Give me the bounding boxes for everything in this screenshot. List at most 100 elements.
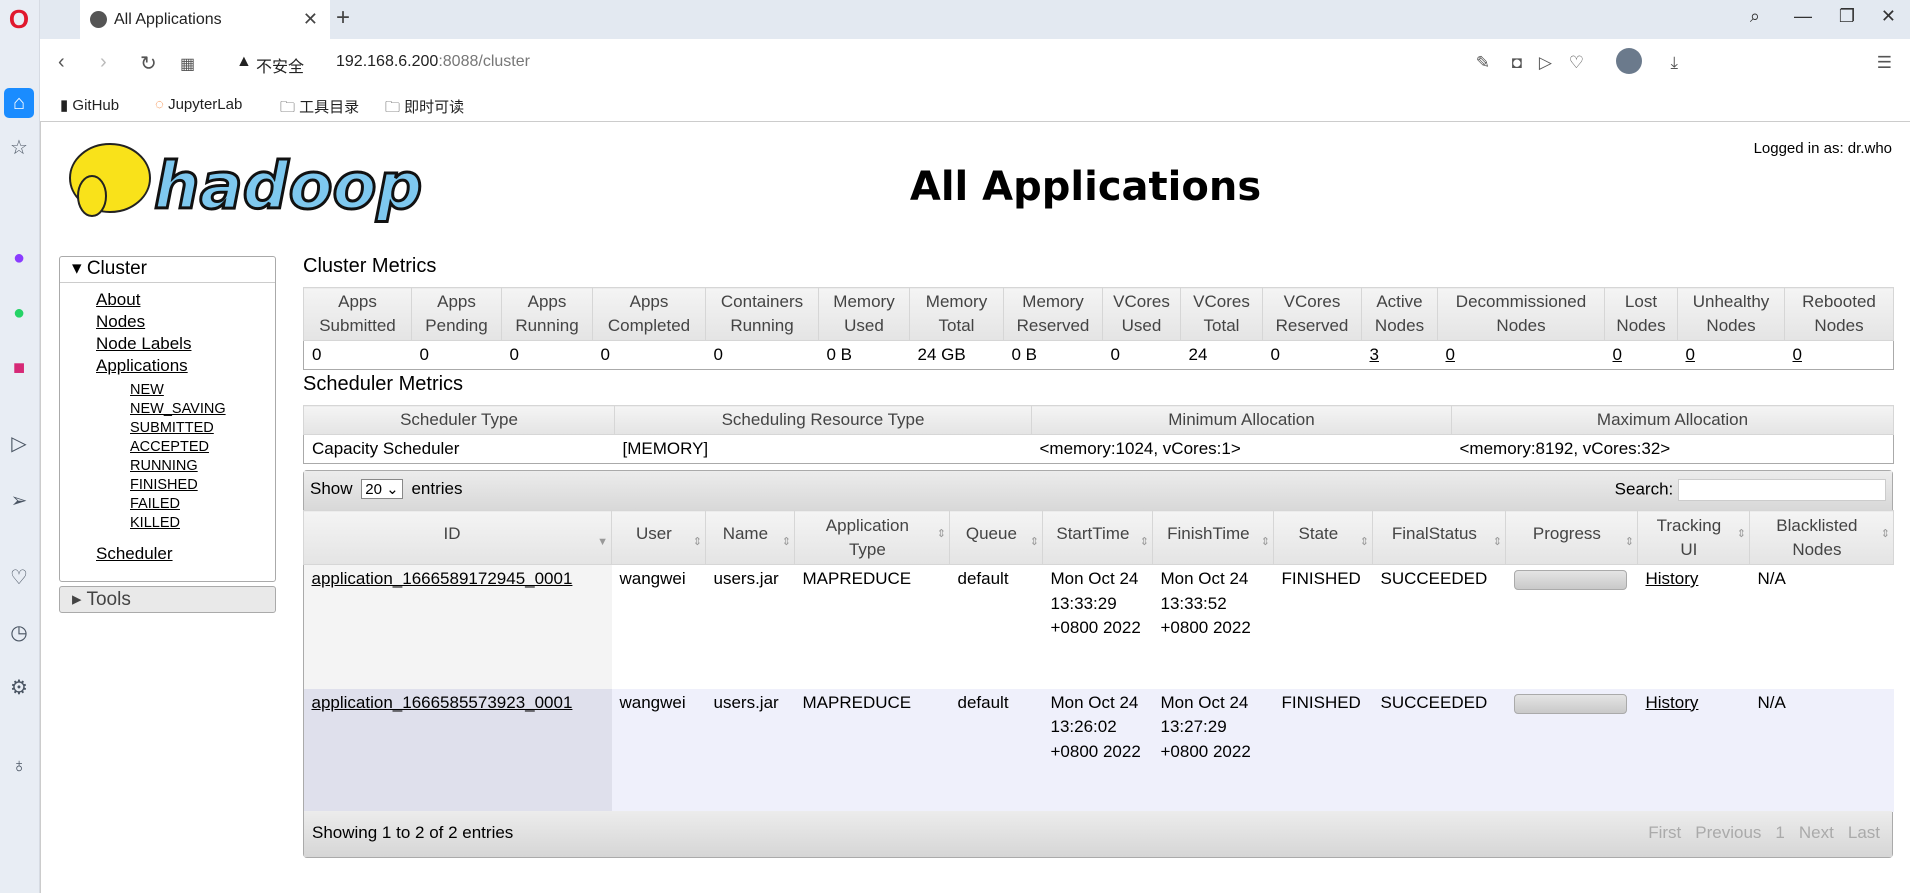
- header-text: Running: [730, 316, 794, 335]
- send-icon[interactable]: ➢: [4, 486, 34, 516]
- heart-icon[interactable]: ♡: [4, 563, 34, 593]
- bookmark-folder-tools[interactable]: 🗀 工具目录: [280, 96, 359, 122]
- new-tab-icon[interactable]: +: [336, 4, 350, 32]
- nodes-link[interactable]: 0: [1446, 345, 1455, 364]
- column-header-sortable[interactable]: ⇕ StartTime: [1042, 510, 1153, 565]
- column-header-sortable[interactable]: ⇕ State: [1273, 510, 1373, 565]
- header-text: FinalStatus: [1391, 523, 1477, 543]
- history-link[interactable]: History: [1646, 693, 1699, 712]
- forward-icon[interactable]: ›: [100, 51, 107, 74]
- download-icon[interactable]: ⤓: [1670, 53, 1678, 73]
- header-text: Total: [1203, 316, 1240, 335]
- search-tabs-icon[interactable]: ⌕: [1750, 6, 1760, 27]
- home-icon[interactable]: ⌂: [4, 88, 34, 118]
- column-header-sortable[interactable]: ⇕ Progress: [1505, 510, 1638, 565]
- snapshot-pin-icon[interactable]: ✎: [1476, 53, 1490, 73]
- column-header-sortable[interactable]: ⇕ FinishTime: [1152, 510, 1274, 565]
- history-link[interactable]: History: [1646, 569, 1699, 588]
- bookmark-jupyterlab[interactable]: ◌ JupyterLab: [155, 96, 242, 113]
- tools-section-toggle[interactable]: ▸ Tools: [59, 586, 276, 613]
- url-field[interactable]: 192.168.6.200:8088/cluster: [336, 53, 530, 71]
- star-icon[interactable]: ☆: [4, 133, 34, 163]
- close-window-icon[interactable]: ✕: [1881, 6, 1896, 27]
- application-link[interactable]: application_1666585573923_0001: [312, 693, 573, 712]
- tab-all-applications[interactable]: All Applications ✕: [80, 0, 330, 39]
- show-label: Show: [310, 479, 353, 498]
- heart-icon[interactable]: ♡: [1569, 53, 1584, 73]
- bookmark-github[interactable]: ▮ GitHub: [60, 96, 119, 114]
- progress-bar: [1513, 570, 1627, 590]
- nav-state-killed[interactable]: KILLED: [130, 514, 275, 533]
- camera-icon[interactable]: ◘: [1512, 53, 1522, 73]
- column-header-sortable[interactable]: ⇕ User: [611, 510, 706, 565]
- search-input[interactable]: [1678, 479, 1886, 501]
- metric-value: 0 B: [826, 345, 853, 364]
- nav-about[interactable]: About: [96, 289, 275, 311]
- application-link[interactable]: application_1666589172945_0001: [312, 569, 573, 588]
- nodes-link[interactable]: 0: [1613, 345, 1622, 364]
- pager-last[interactable]: Last: [1848, 823, 1880, 842]
- column-header-sortable[interactable]: ⇕ Tracking UI: [1637, 510, 1750, 565]
- sort-icon: ⇕: [781, 535, 791, 548]
- reload-icon[interactable]: ↻: [140, 51, 157, 76]
- send-icon[interactable]: ▷: [1539, 53, 1552, 73]
- column-header-sortable[interactable]: ⇕ Application Type: [794, 510, 950, 565]
- header-text: VCores: [1113, 292, 1170, 311]
- page-title: All Applications: [909, 164, 1262, 210]
- nodes-link[interactable]: 0: [1793, 345, 1802, 364]
- bulb-icon[interactable]: ♁: [4, 751, 34, 781]
- pager-next[interactable]: Next: [1799, 823, 1834, 842]
- nav-scheduler[interactable]: Scheduler: [96, 543, 275, 565]
- nav-nodes[interactable]: Nodes: [96, 311, 275, 333]
- settings-icon[interactable]: ⚙: [4, 673, 34, 703]
- sort-icon: ⇕: [692, 535, 702, 548]
- easy-setup-icon[interactable]: ☰: [1877, 53, 1892, 73]
- nodes-link[interactable]: 3: [1370, 345, 1379, 364]
- column-header-sortable[interactable]: ⇕ Name: [705, 510, 795, 565]
- column-header-sortable[interactable]: ⇕ Blacklisted Nodes: [1749, 510, 1894, 565]
- tab-bar: All Applications ✕ + ⌕ — ❐ ✕: [40, 0, 1910, 39]
- cluster-metric-value: 0: [1784, 340, 1894, 370]
- instagram-icon[interactable]: ■: [4, 353, 34, 383]
- nav-state-accepted[interactable]: ACCEPTED: [130, 438, 275, 457]
- messenger-icon[interactable]: ●: [4, 243, 34, 273]
- column-header-sortable[interactable]: ⇕ Queue: [949, 510, 1043, 565]
- cell-blacklisted: N/A: [1749, 564, 1894, 689]
- cluster-section-toggle[interactable]: ▾ Cluster: [60, 257, 275, 283]
- sort-icon: ⇕: [1139, 535, 1149, 548]
- history-icon[interactable]: ◷: [4, 618, 34, 648]
- close-tab-icon[interactable]: ✕: [303, 0, 318, 39]
- opera-logo-icon[interactable]: O: [4, 4, 34, 34]
- nav-state-new-saving[interactable]: NEW_SAVING: [130, 400, 275, 419]
- scheduler-metric-header: Minimum Allocation: [1031, 405, 1452, 435]
- entries-value: 20: [365, 481, 382, 498]
- back-icon[interactable]: ‹: [58, 51, 65, 74]
- column-header-sortable[interactable]: ⇕ FinalStatus: [1372, 510, 1506, 565]
- nav-state-failed[interactable]: FAILED: [130, 495, 275, 514]
- nav-state-running[interactable]: RUNNING: [130, 457, 275, 476]
- minimize-icon[interactable]: —: [1794, 6, 1812, 27]
- sort-icon: ⇕: [1736, 527, 1746, 540]
- nav-node-labels[interactable]: Node Labels: [96, 333, 275, 355]
- cluster-metric-value: 0 B: [818, 340, 910, 370]
- pager-1[interactable]: 1: [1775, 823, 1784, 842]
- whatsapp-icon[interactable]: ●: [4, 298, 34, 328]
- maximize-icon[interactable]: ❐: [1839, 6, 1855, 27]
- column-header-sortable[interactable]: ▼ ID: [303, 510, 612, 565]
- security-label[interactable]: 不安全: [256, 53, 304, 77]
- pager-previous[interactable]: Previous: [1695, 823, 1761, 842]
- player-icon[interactable]: ▷: [4, 429, 34, 459]
- pager-first[interactable]: First: [1648, 823, 1681, 842]
- nav-applications[interactable]: Applications: [96, 355, 275, 377]
- header-text: Nodes: [1616, 316, 1666, 335]
- entries-select[interactable]: 20 ⌄: [361, 479, 403, 499]
- avatar[interactable]: [1616, 48, 1642, 74]
- nodes-link[interactable]: 0: [1686, 345, 1695, 364]
- nav-state-submitted[interactable]: SUBMITTED: [130, 419, 275, 438]
- scheduler-metric-value: <memory:8192, vCores:32>: [1451, 434, 1894, 464]
- nav-state-new[interactable]: NEW: [130, 381, 275, 400]
- cell-queue: default: [949, 688, 1043, 812]
- bookmark-folder-read[interactable]: 🗀 即时可读: [385, 96, 464, 122]
- nav-state-finished[interactable]: FINISHED: [130, 476, 275, 495]
- tabs-grid-icon[interactable]: ▦: [180, 54, 195, 74]
